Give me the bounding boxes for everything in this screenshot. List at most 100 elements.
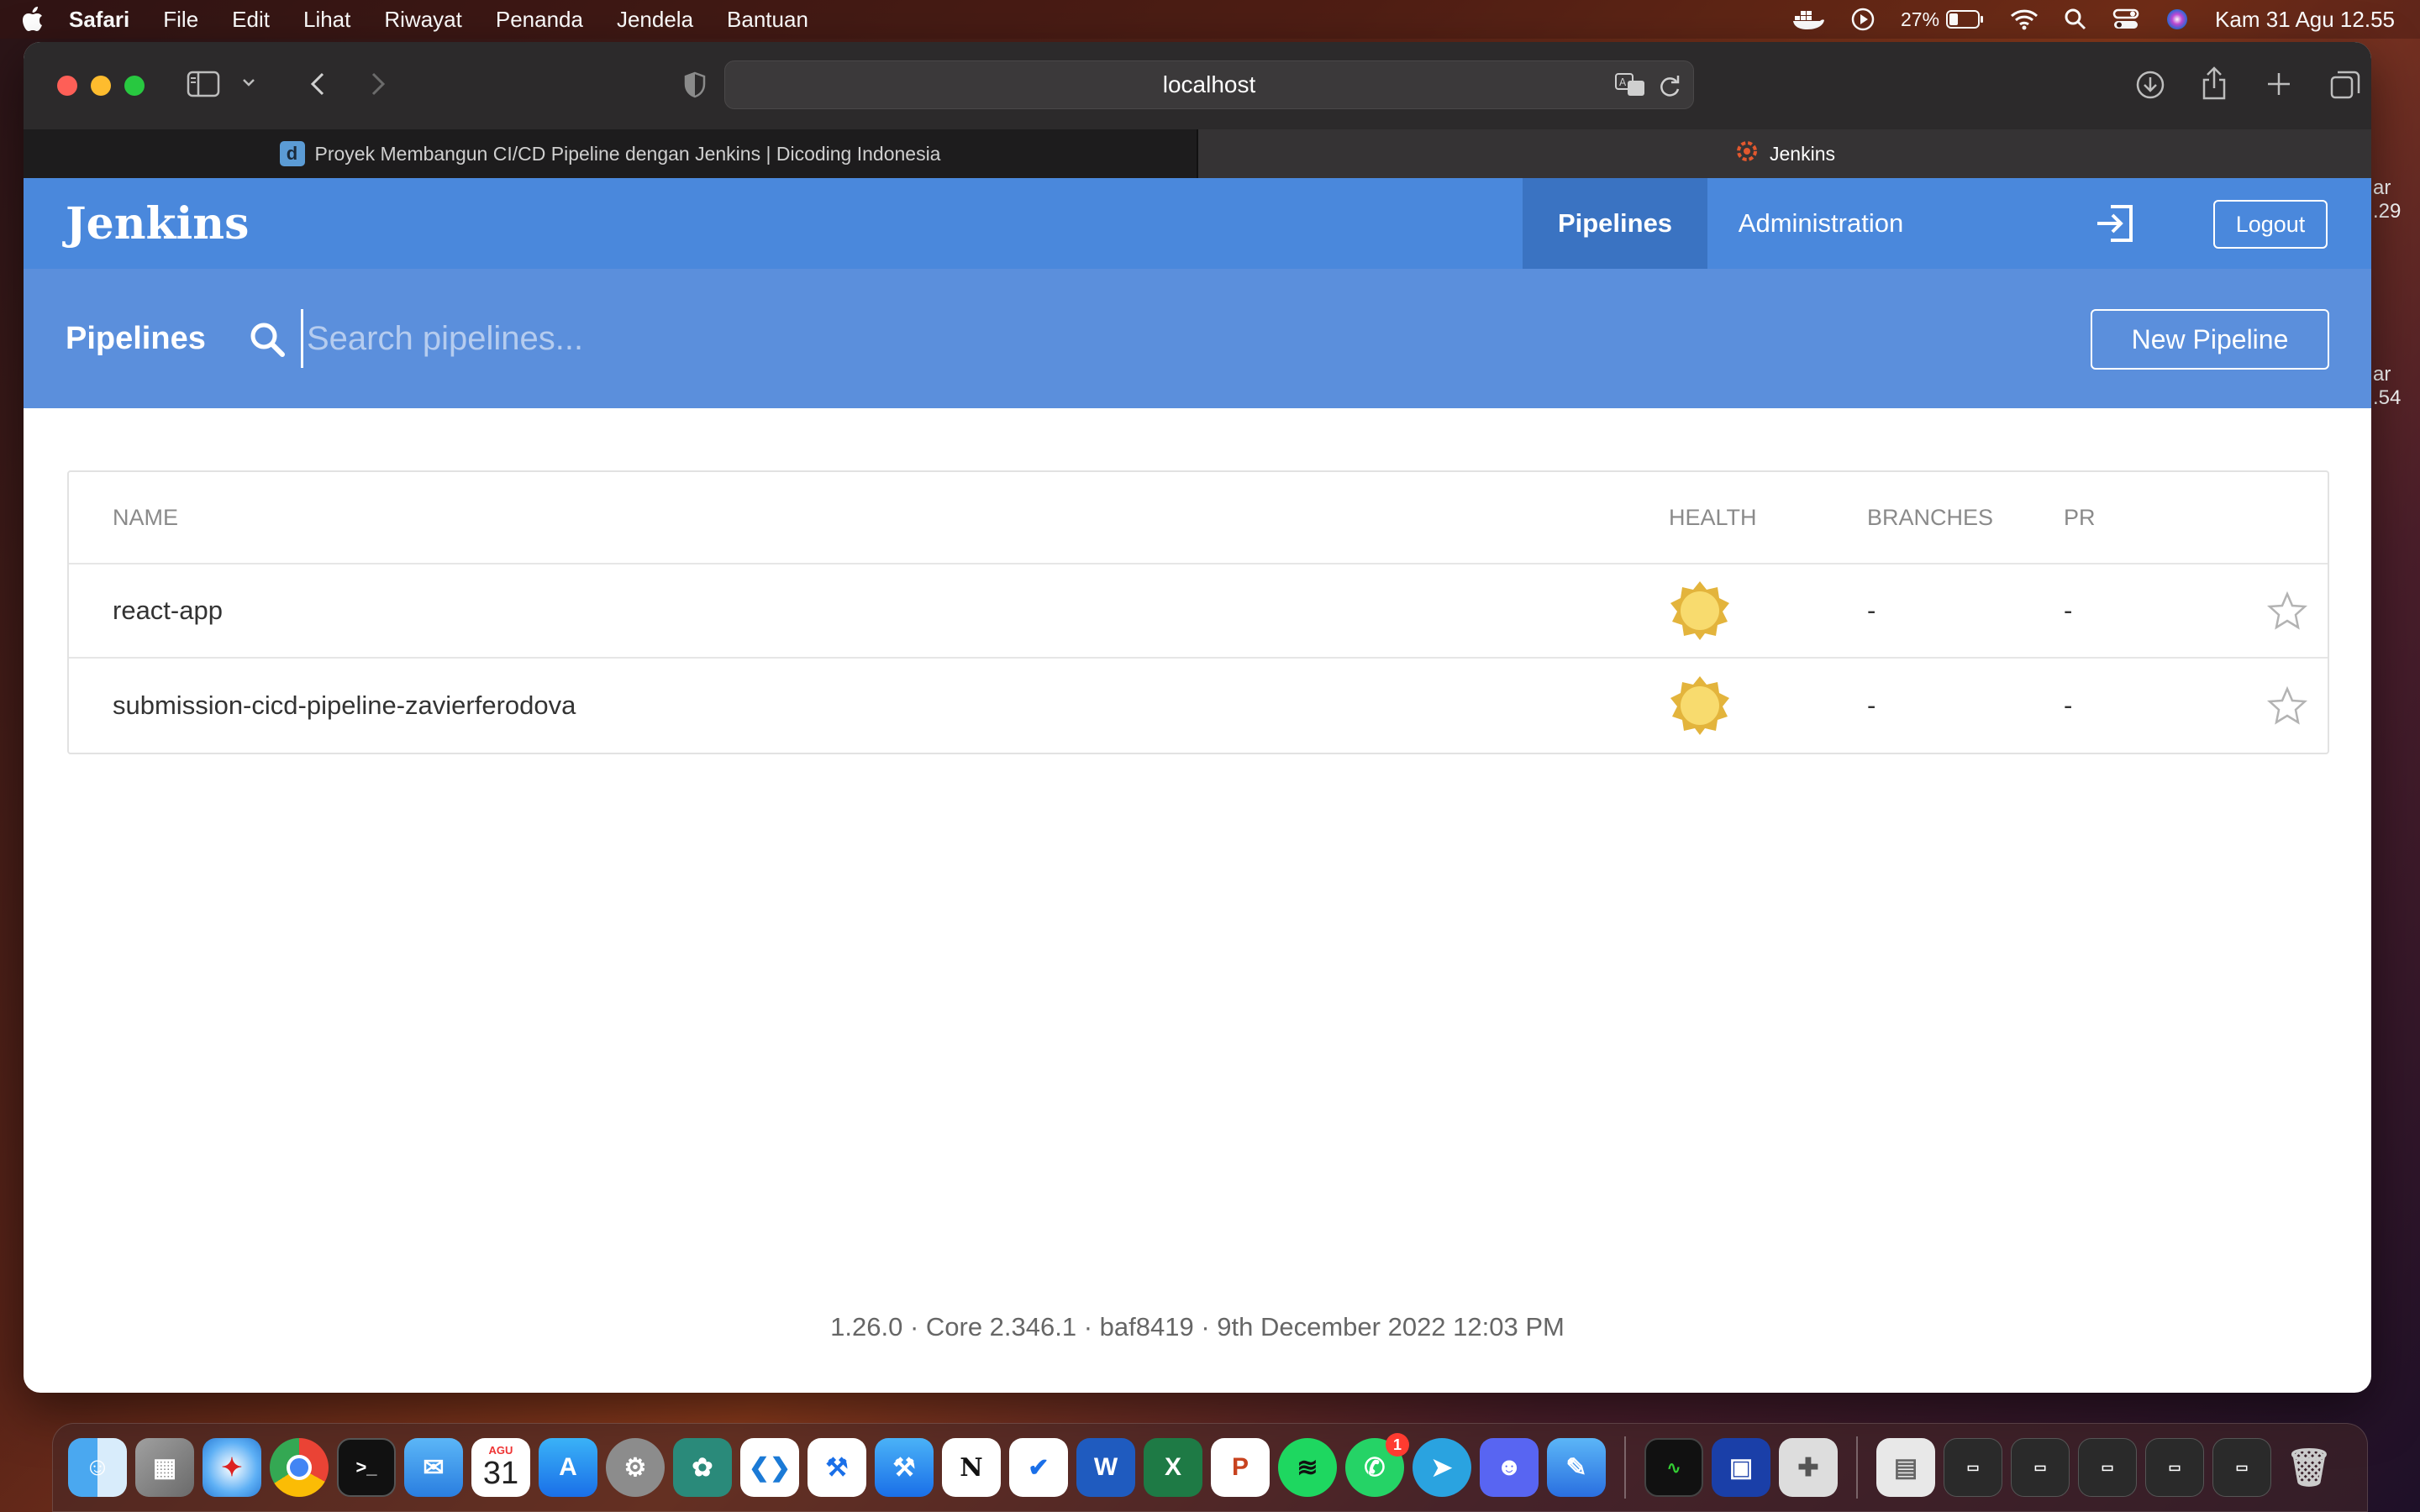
trash-icon[interactable]: 🗑	[2280, 1438, 2338, 1497]
menu-bookmarks[interactable]: Penanda	[496, 7, 583, 33]
share-icon[interactable]	[2200, 66, 2228, 101]
notification-badge: 1	[1386, 1433, 1409, 1457]
discord-icon[interactable]: ☻	[1480, 1438, 1539, 1497]
menu-help[interactable]: Bantuan	[727, 7, 808, 33]
control-center-icon[interactable]	[2112, 8, 2139, 31]
chevron-down-icon[interactable]	[240, 74, 257, 91]
chatgpt-icon[interactable]: ✿	[673, 1438, 732, 1497]
logout-button[interactable]: Logout	[2213, 200, 2328, 249]
instruments-icon[interactable]: ⚒	[808, 1438, 866, 1497]
new-tab-plus-icon[interactable]	[2265, 71, 2292, 97]
dock-separator	[1856, 1436, 1858, 1499]
url-text: localhost	[1162, 71, 1256, 97]
menu-edit[interactable]: Edit	[232, 7, 270, 33]
finder-icon[interactable]: ☺	[68, 1438, 127, 1497]
macos-menu-bar: Safari File Edit Lihat Riwayat Penanda J…	[0, 0, 2420, 39]
translate-icon[interactable]: A	[1614, 71, 1648, 104]
notion-icon[interactable]: N	[942, 1438, 1001, 1497]
favorite-star-icon[interactable]	[2267, 564, 2307, 657]
reload-icon[interactable]	[1658, 73, 1681, 104]
jenkins-logo[interactable]: Jenkins	[66, 198, 249, 249]
minimized-window-thumbnail-icon[interactable]: ▭	[2078, 1438, 2137, 1497]
minimized-window-thumbnail-icon[interactable]: ▭	[1944, 1438, 2002, 1497]
menu-file[interactable]: File	[163, 7, 198, 33]
zoom-window-button[interactable]	[124, 76, 145, 96]
pr-count: -	[2064, 690, 2073, 720]
document-file-icon[interactable]: ▤	[1876, 1438, 1935, 1497]
privacy-shield-icon[interactable]	[682, 71, 708, 99]
xcode-icon[interactable]: ⚒	[875, 1438, 934, 1497]
calendar-icon[interactable]: AGU 31	[471, 1438, 530, 1497]
table-header-row: NAME HEALTH BRANCHES PR	[69, 472, 2328, 564]
favorite-star-icon[interactable]	[2267, 659, 2307, 753]
svg-text:A: A	[1619, 76, 1627, 88]
forward-arrow-icon[interactable]	[366, 71, 390, 97]
column-header-name[interactable]: NAME	[113, 472, 178, 563]
battery-icon[interactable]	[1946, 9, 1985, 29]
simulator-icon[interactable]: ✎	[1547, 1438, 1606, 1497]
column-header-health[interactable]: HEALTH	[1669, 472, 1757, 563]
new-pipeline-button[interactable]: New Pipeline	[2091, 309, 2329, 370]
pipelines-subheader: Pipelines New Pipeline	[24, 269, 2371, 408]
minimized-window-thumbnail-icon[interactable]: ▭	[2145, 1438, 2204, 1497]
menu-history[interactable]: Riwayat	[384, 7, 461, 33]
mail-icon[interactable]: ✉	[404, 1438, 463, 1497]
apple-menu-icon[interactable]	[22, 7, 69, 32]
docker-icon[interactable]	[1791, 8, 1825, 31]
spotify-icon[interactable]: ≋	[1278, 1438, 1337, 1497]
minimized-window-thumbnail-icon[interactable]: ▭	[2212, 1438, 2271, 1497]
tab-title: Jenkins	[1770, 142, 1835, 165]
address-bar[interactable]: localhost A	[724, 60, 1694, 109]
telegram-icon[interactable]: ➤	[1413, 1438, 1471, 1497]
search-icon	[249, 321, 286, 362]
tab-overview-icon[interactable]	[2329, 69, 2361, 101]
spotlight-search-icon[interactable]	[2064, 8, 2087, 31]
menu-app-safari[interactable]: Safari	[69, 7, 129, 33]
excel-icon[interactable]: X	[1144, 1438, 1202, 1497]
launchpad-icon[interactable]: ▦	[135, 1438, 194, 1497]
todo-checkmark-icon[interactable]: ✔	[1009, 1438, 1068, 1497]
column-header-branches[interactable]: BRANCHES	[1867, 472, 1993, 563]
play-circle-icon[interactable]	[1850, 7, 1876, 32]
wifi-icon[interactable]	[2010, 8, 2039, 30]
tab-dicoding[interactable]: d Proyek Membangun CI/CD Pipeline dengan…	[24, 129, 1198, 178]
siri-icon[interactable]	[2165, 7, 2190, 32]
whatsapp-icon[interactable]: ✆ 1	[1345, 1433, 1409, 1497]
disk-utility-icon[interactable]: ✚	[1779, 1438, 1838, 1497]
virtualbox-icon[interactable]: ▣	[1712, 1438, 1770, 1497]
system-settings-gear-icon[interactable]: ⚙	[606, 1438, 665, 1497]
pipeline-name[interactable]: react-app	[113, 564, 223, 657]
table-row[interactable]: submission-cicd-pipeline-zavierferodova …	[69, 659, 2328, 753]
table-row[interactable]: react-app - -	[69, 564, 2328, 659]
safari-compass-icon[interactable]: ✦	[203, 1438, 261, 1497]
go-to-classic-icon[interactable]	[2094, 203, 2136, 248]
page-title: Pipelines	[66, 320, 206, 356]
sidebar-toggle-icon[interactable]	[187, 69, 220, 99]
terminal-icon[interactable]: >_	[337, 1438, 396, 1497]
app-store-icon[interactable]: A	[539, 1438, 597, 1497]
nav-pipelines[interactable]: Pipelines	[1523, 178, 1707, 269]
tab-jenkins[interactable]: Jenkins	[1198, 129, 2371, 178]
vscode-icon[interactable]: ❮❯	[740, 1438, 799, 1497]
safari-toolbar: localhost A	[24, 42, 2371, 129]
search-input[interactable]	[301, 309, 1225, 368]
pipeline-name[interactable]: submission-cicd-pipeline-zavierferodova	[113, 659, 576, 753]
close-window-button[interactable]	[57, 76, 77, 96]
tab-bar: d Proyek Membangun CI/CD Pipeline dengan…	[24, 129, 2371, 178]
column-header-pr[interactable]: PR	[2064, 472, 2096, 563]
menu-window[interactable]: Jendela	[617, 7, 693, 33]
dicoding-favicon-icon: d	[279, 141, 305, 166]
menu-view[interactable]: Lihat	[303, 7, 350, 33]
nav-administration[interactable]: Administration	[1707, 178, 1934, 269]
jenkins-favicon-icon	[1734, 139, 1760, 169]
safari-window: localhost A d Proyek Membangun CI/CD Pip…	[24, 42, 2371, 1393]
minimize-window-button[interactable]	[91, 76, 111, 96]
back-arrow-icon[interactable]	[306, 71, 329, 97]
powerpoint-icon[interactable]: P	[1211, 1438, 1270, 1497]
clock-datetime[interactable]: Kam 31 Agu 12.55	[2215, 7, 2395, 33]
downloads-icon[interactable]	[2134, 69, 2166, 101]
minimized-window-thumbnail-icon[interactable]: ▭	[2011, 1438, 2070, 1497]
word-icon[interactable]: W	[1076, 1438, 1135, 1497]
activity-monitor-icon[interactable]: ∿	[1644, 1438, 1703, 1497]
chrome-icon[interactable]	[270, 1438, 329, 1497]
